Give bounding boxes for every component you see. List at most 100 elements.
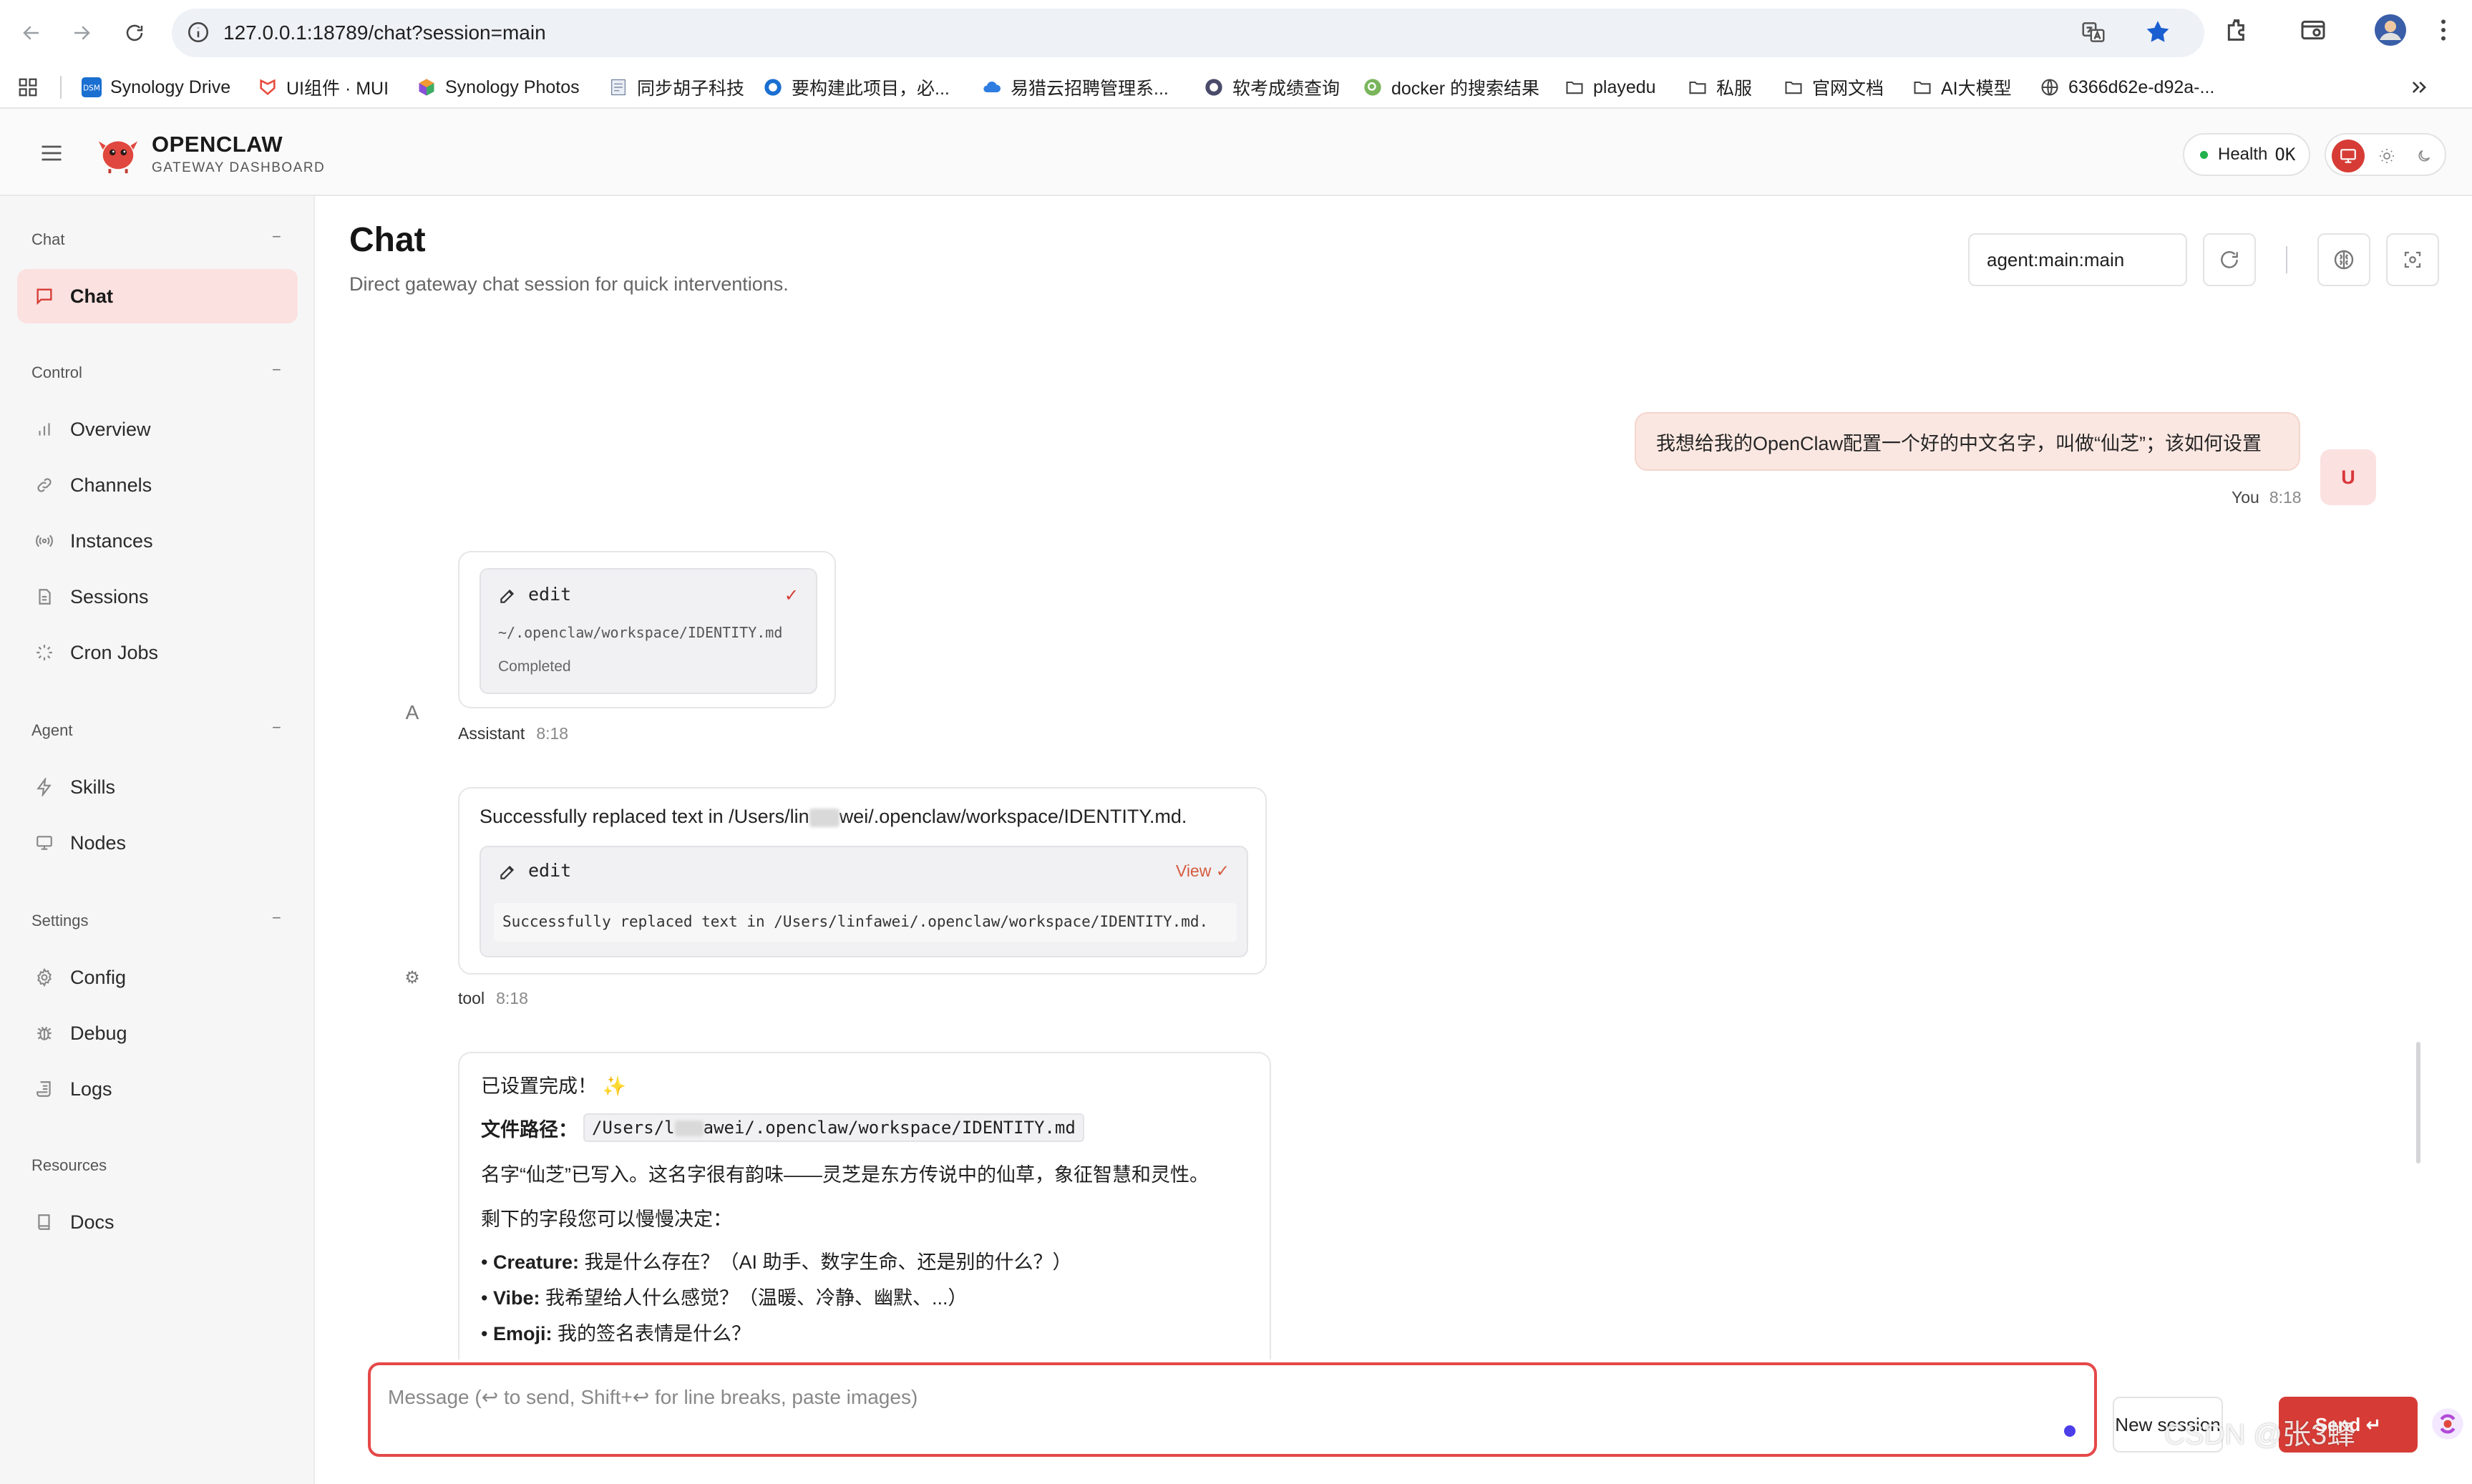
tool-call-block[interactable]: edit ✓ ~/.openclaw/workspace/IDENTITY.md… bbox=[480, 568, 817, 694]
site-info-icon[interactable] bbox=[186, 20, 210, 44]
refresh-button[interactable] bbox=[2203, 233, 2256, 286]
sidebar-item-label: Chat bbox=[70, 285, 113, 307]
globe-icon bbox=[2040, 77, 2060, 97]
bookmark-item[interactable]: 要构建此项目，必... bbox=[763, 73, 950, 102]
bookmarks-divider bbox=[60, 76, 62, 99]
assistant-message-meta: Assistant 8:18 bbox=[458, 724, 568, 743]
session-selector[interactable]: agent:main:main bbox=[1968, 233, 2187, 286]
message-input[interactable] bbox=[388, 1380, 2034, 1415]
light-theme-button[interactable] bbox=[2370, 140, 2403, 172]
sidebar-item-nodes[interactable]: Nodes bbox=[17, 816, 298, 870]
back-button[interactable] bbox=[11, 13, 52, 53]
folder-icon bbox=[1688, 77, 1708, 97]
sidebar-item-instances[interactable]: Instances bbox=[17, 514, 298, 568]
bookmark-item[interactable]: 6366d62e-d92a-... bbox=[2040, 73, 2214, 102]
bookmark-folder[interactable]: 官网文档 bbox=[1784, 73, 1884, 102]
collapse-agent-button[interactable]: − bbox=[272, 718, 281, 737]
bookmark-item[interactable]: Synology Photos bbox=[417, 73, 580, 102]
bookmark-item[interactable]: UI组件 · MUI bbox=[258, 73, 389, 102]
toolbar-divider bbox=[2286, 246, 2287, 273]
assistant-tool-card: edit ✓ ~/.openclaw/workspace/IDENTITY.md… bbox=[458, 551, 836, 708]
list-item: • Creature: 我是什么存在？（AI 助手、数字生命、还是别的什么？） bbox=[481, 1251, 1072, 1273]
translate-icon[interactable] bbox=[2080, 19, 2107, 46]
tool-name: edit bbox=[528, 860, 572, 881]
page-subtitle: Direct gateway chat session for quick in… bbox=[349, 273, 789, 295]
openclaw-logo-icon bbox=[96, 130, 140, 175]
bookmark-item[interactable]: docker 的搜索结果 bbox=[1363, 73, 1539, 102]
sidebar-item-logs[interactable]: Logs bbox=[17, 1062, 298, 1116]
bookmark-item[interactable]: 同步胡子科技 bbox=[608, 73, 744, 102]
globe-icon bbox=[763, 77, 783, 97]
view-link[interactable]: View ✓ bbox=[1176, 861, 1230, 881]
sidebar-item-sessions[interactable]: Sessions bbox=[17, 570, 298, 624]
collapse-chat-button[interactable]: − bbox=[272, 228, 281, 246]
bookmark-folder[interactable]: AI大模型 bbox=[1912, 73, 2012, 102]
sidebar-item-label: Overview bbox=[70, 418, 151, 440]
redacted-text bbox=[674, 1121, 704, 1136]
sparkle-icon: ✨ bbox=[602, 1075, 627, 1097]
tool-result-text: Successfully replaced text in /Users/lin… bbox=[480, 806, 1187, 827]
apps-grid-icon[interactable] bbox=[17, 73, 39, 102]
more-vert-icon[interactable] bbox=[2429, 16, 2458, 44]
bookmark-item[interactable]: DSM Synology Drive bbox=[82, 73, 230, 102]
address-bar[interactable]: 127.0.0.1:18789/chat?session=main bbox=[172, 9, 2204, 57]
bookmarks-overflow-icon[interactable] bbox=[2409, 73, 2429, 102]
sidebar-item-channels[interactable]: Channels bbox=[17, 458, 298, 512]
redacted-text bbox=[809, 808, 840, 827]
sidebar-item-docs[interactable]: Docs bbox=[17, 1195, 298, 1249]
tab-search-icon[interactable] bbox=[2299, 16, 2327, 44]
tool-result-card: Successfully replaced text in /Users/lin… bbox=[458, 787, 1267, 975]
reply-line-3: 名字“仙芝”已写入。这名字很有韵味——灵芝是东方传说中的仙草，象征智慧和灵性。 bbox=[481, 1164, 1209, 1186]
tool-name: edit bbox=[528, 584, 572, 605]
bookmark-folder[interactable]: playedu bbox=[1565, 73, 1656, 102]
pencil-icon bbox=[498, 587, 517, 605]
collapse-control-button[interactable]: − bbox=[272, 361, 281, 379]
sidebar-item-skills[interactable]: Skills bbox=[17, 760, 298, 814]
folder-icon bbox=[1565, 77, 1585, 97]
tool-status: Completed bbox=[498, 658, 571, 675]
thinking-toggle-button[interactable] bbox=[2317, 233, 2370, 286]
sender-name: Assistant bbox=[458, 724, 525, 743]
chat-bubble-icon bbox=[33, 285, 56, 308]
section-title-control: Control bbox=[31, 363, 82, 381]
bookmark-folder[interactable]: 私服 bbox=[1688, 73, 1752, 102]
collapse-settings-button[interactable]: − bbox=[272, 909, 281, 927]
moon-icon bbox=[2418, 150, 2430, 162]
check-icon: ✓ bbox=[1215, 861, 1230, 880]
section-title-chat: Chat bbox=[31, 230, 65, 248]
dark-theme-button[interactable] bbox=[2408, 140, 2441, 172]
sidebar-item-config[interactable]: Config bbox=[17, 950, 298, 1005]
reload-button[interactable] bbox=[115, 13, 155, 53]
sidebar-item-chat[interactable]: Chat bbox=[17, 269, 298, 323]
ai-assistant-icon[interactable] bbox=[2429, 1405, 2466, 1442]
bookmark-item[interactable]: 软考成绩查询 bbox=[1204, 73, 1340, 102]
scroll-icon bbox=[33, 1078, 56, 1100]
tool-output-block[interactable]: edit View ✓ Successfully replaced text i… bbox=[480, 846, 1248, 957]
bookmark-item[interactable]: 易猎云招聘管理系... bbox=[982, 73, 1169, 102]
profile-avatar[interactable] bbox=[2373, 13, 2408, 47]
focus-mode-button[interactable] bbox=[2386, 233, 2439, 286]
cloud-icon bbox=[982, 77, 1002, 97]
reply-path-line: 文件路径： /Users/l awei/.openclaw/workspace/I… bbox=[481, 1113, 1084, 1142]
sidebar-item-label: Instances bbox=[70, 529, 153, 552]
monitor-icon bbox=[33, 831, 56, 854]
extensions-icon[interactable] bbox=[2223, 16, 2252, 44]
system-theme-button[interactable] bbox=[2332, 140, 2365, 172]
app-header: OPENCLAW GATEWAY DASHBOARD Health OK bbox=[0, 109, 2472, 196]
brain-icon bbox=[2334, 250, 2354, 270]
chat-scrollbar[interactable] bbox=[2416, 1042, 2420, 1163]
theme-toggle bbox=[2325, 133, 2446, 176]
assistant-avatar: A bbox=[405, 701, 419, 723]
arrow-left-icon bbox=[23, 26, 39, 40]
sidebar-item-overview[interactable]: Overview bbox=[17, 402, 298, 457]
mui-icon bbox=[258, 77, 278, 97]
sidebar-item-cron-jobs[interactable]: Cron Jobs bbox=[17, 625, 298, 680]
section-title-settings: Settings bbox=[31, 912, 89, 929]
sidebar-item-debug[interactable]: Debug bbox=[17, 1006, 298, 1060]
bookmark-star-icon[interactable] bbox=[2143, 17, 2173, 47]
path-label: 文件路径： bbox=[481, 1118, 578, 1141]
path-code: /Users/l awei/.openclaw/workspace/IDENTIT… bbox=[583, 1113, 1084, 1142]
menu-icon[interactable] bbox=[39, 140, 64, 166]
forward-button[interactable] bbox=[62, 13, 102, 53]
message-time: 8:18 bbox=[496, 989, 528, 1007]
